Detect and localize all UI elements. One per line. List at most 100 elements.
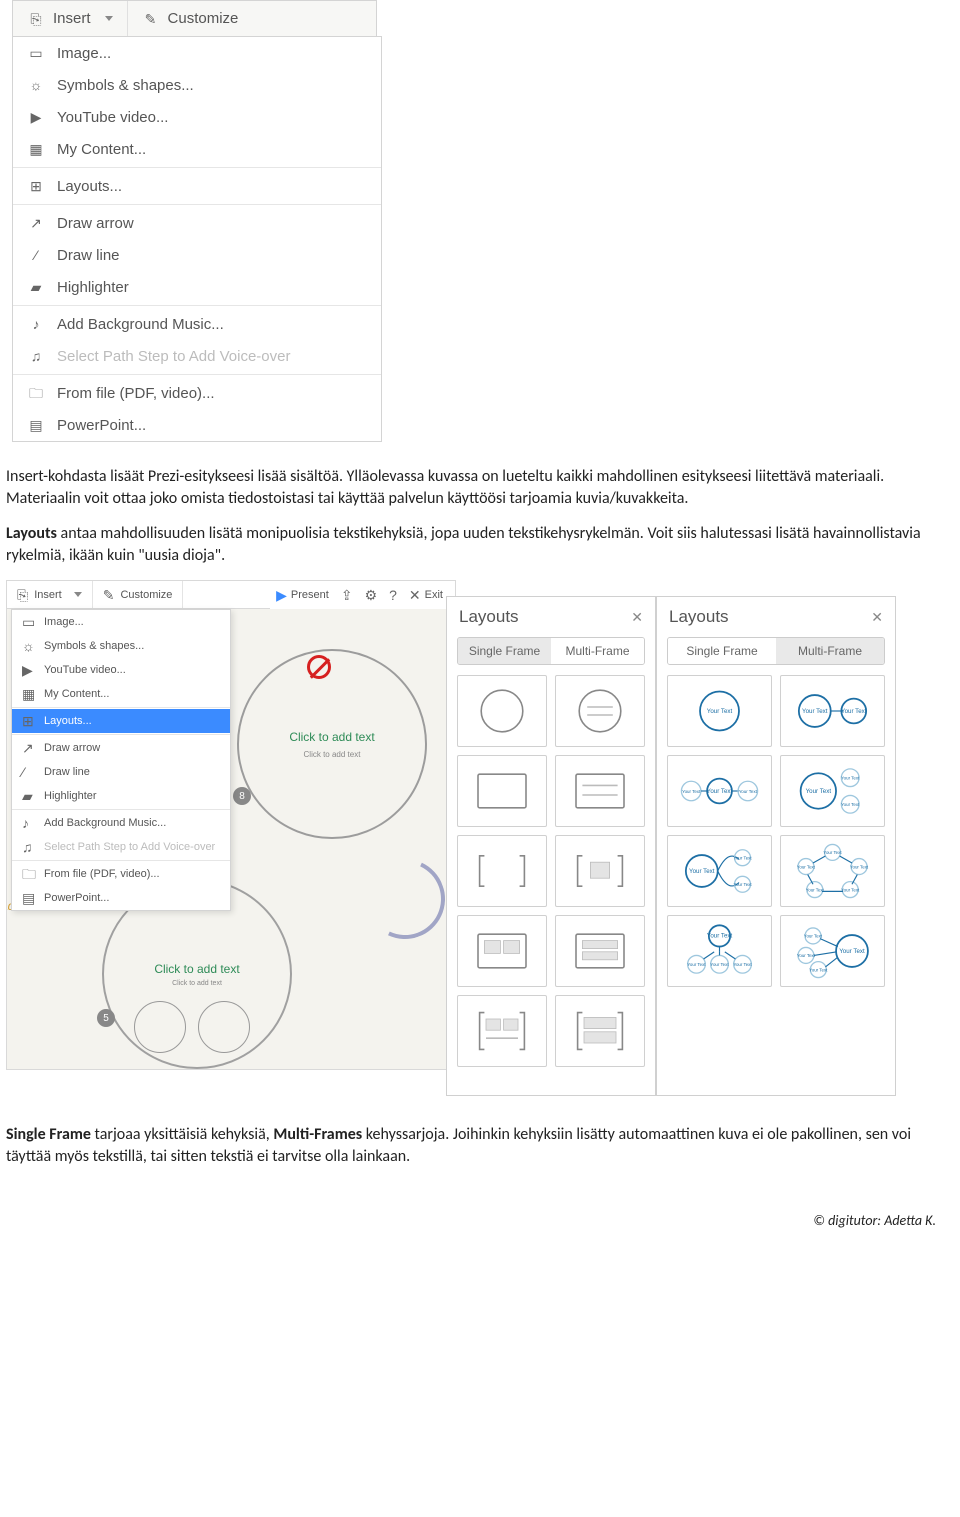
frame-circle-1[interactable]: Click to add text Click to add text [237, 649, 427, 839]
exit-button[interactable]: ✕Exit [409, 588, 443, 602]
menu-separator [13, 204, 381, 205]
layout-thumbnail[interactable] [555, 995, 645, 1067]
paragraph-1: Insert-kohdasta lisäät Prezi-esitykseesi… [6, 466, 946, 509]
insert-button[interactable]: ⎘ Insert [13, 1, 128, 36]
menu-item[interactable]: 🗀From file (PDF, video)... [12, 862, 230, 886]
footer-credit: © digitutor: Adetta K. [6, 1182, 954, 1229]
menu-item[interactable]: ☼Symbols & shapes... [13, 69, 381, 101]
layouts-panel-single: Layouts ✕ Single Frame Multi-Frame [446, 596, 656, 1096]
layout-thumbnail[interactable]: Your TextYour TextYour TextYour Text [667, 915, 772, 987]
menu-item[interactable]: ♪Add Background Music... [12, 811, 230, 835]
menu-item-label: Add Background Music... [57, 316, 224, 333]
content-icon: ▦ [22, 687, 36, 701]
menu-item-label: Layouts... [57, 178, 122, 195]
editor-customize-button[interactable]: ✎ Customize [93, 581, 184, 608]
menu-item: ♫Select Path Step to Add Voice-over [13, 340, 381, 372]
menu-item[interactable]: ▰Highlighter [13, 271, 381, 303]
path-step-8[interactable]: 8 [233, 787, 251, 805]
layout-thumbnail[interactable]: Your TextYour TextYour Text [780, 755, 885, 827]
menu-item-label: Draw arrow [44, 742, 100, 754]
layout-thumbnail[interactable] [555, 915, 645, 987]
help-button[interactable]: ? [389, 588, 397, 602]
menu-item[interactable]: ▦My Content... [13, 133, 381, 165]
frame-sub-2: Click to add text [172, 980, 222, 987]
svg-text:Your Text: Your Text [733, 882, 752, 887]
menu-item[interactable]: ⊞Layouts... [13, 170, 381, 202]
menu-item[interactable]: ▭Image... [12, 610, 230, 634]
menu-item[interactable]: ▶YouTube video... [12, 658, 230, 682]
menu-item[interactable]: ▦My Content... [12, 682, 230, 706]
layout-thumbnail[interactable] [555, 755, 645, 827]
tab-multi-frame[interactable]: Multi-Frame [551, 638, 644, 664]
insert-menu: ▭Image...☼Symbols & shapes...▶YouTube vi… [12, 36, 382, 442]
menu-item[interactable]: ☼Symbols & shapes... [12, 634, 230, 658]
subframe-circle[interactable] [198, 1001, 250, 1053]
svg-text:Your Text: Your Text [707, 933, 733, 940]
editor-insert-button[interactable]: ⎘ Insert [7, 581, 93, 608]
layout-thumbnail[interactable] [555, 675, 645, 747]
layout-thumbnail[interactable]: Your TextYour TextYour TextYour TextYour… [780, 835, 885, 907]
layout-thumbnail[interactable]: Your TextYour Text [780, 675, 885, 747]
layouts-bold: Layouts [6, 524, 57, 543]
svg-text:Your Text: Your Text [733, 856, 752, 861]
menu-item: ♫Select Path Step to Add Voice-over [12, 835, 230, 859]
layout-thumbnail[interactable] [457, 835, 547, 907]
layout-thumbnail[interactable] [457, 915, 547, 987]
settings-button[interactable]: ⚙ [365, 588, 378, 602]
gear-icon: ⚙ [365, 588, 378, 602]
close-icon[interactable]: ✕ [871, 609, 883, 626]
menu-item[interactable]: ♪Add Background Music... [13, 308, 381, 340]
line-icon: ⁄ [27, 246, 45, 264]
menu-item[interactable]: 🗀From file (PDF, video)... [13, 377, 381, 409]
layout-thumbnail[interactable]: Your TextYour TextYour Text [667, 835, 772, 907]
menu-item[interactable]: ⁄Draw line [13, 239, 381, 271]
menu-item[interactable]: ⁄Draw line [12, 760, 230, 784]
menu-item[interactable]: ↗Draw arrow [13, 207, 381, 239]
layout-thumbnail[interactable]: Your TextYour TextYour TextYour Text [780, 915, 885, 987]
frame-sub-1: Click to add text [304, 750, 361, 759]
menu-separator [13, 374, 381, 375]
svg-text:Your Text: Your Text [797, 954, 816, 959]
menu-item[interactable]: ▰Highlighter [12, 784, 230, 808]
tab-multi-frame[interactable]: Multi-Frame [776, 638, 884, 664]
present-label: Present [291, 589, 329, 601]
content-icon: ▦ [27, 140, 45, 158]
menu-item-label: Highlighter [57, 279, 129, 296]
image-icon: ▭ [27, 44, 45, 62]
body-text: Insert-kohdasta lisäät Prezi-esitykseesi… [6, 466, 946, 566]
insert-plus-icon: ⎘ [17, 588, 28, 602]
layout-thumbnail[interactable]: Your TextYour TextYour Text [667, 755, 772, 827]
menu-item-label: Select Path Step to Add Voice-over [44, 841, 215, 853]
menu-item-label: Add Background Music... [44, 817, 166, 829]
tab-single-frame[interactable]: Single Frame [668, 638, 776, 664]
svg-text:Your Text: Your Text [841, 888, 860, 893]
close-icon[interactable]: ✕ [631, 609, 643, 626]
share-button[interactable]: ⇪ [341, 588, 353, 602]
tab-single-frame[interactable]: Single Frame [458, 638, 551, 664]
layout-thumbnail[interactable]: Your Text [667, 675, 772, 747]
voice-icon: ♫ [27, 347, 45, 365]
subframe-circle[interactable] [134, 1001, 186, 1053]
menu-item[interactable]: ⊞Layouts... [12, 709, 230, 733]
layout-thumbnail[interactable] [457, 995, 547, 1067]
menu-item[interactable]: ↗ Draw arrow [12, 736, 230, 760]
layout-thumbnail[interactable] [457, 755, 547, 827]
svg-text:Your Text: Your Text [806, 788, 832, 795]
menu-item[interactable]: ▤PowerPoint... [13, 409, 381, 441]
present-button[interactable]: ▶Present [276, 588, 329, 602]
menu-item[interactable]: ▶YouTube video... [13, 101, 381, 133]
arrow-icon: ↗ [22, 741, 36, 755]
svg-text:Your Text: Your Text [707, 788, 733, 795]
file-icon: 🗀 [27, 384, 45, 402]
customize-button[interactable]: ✎ Customize [128, 1, 253, 36]
menu-item[interactable]: ▤PowerPoint... [12, 886, 230, 910]
menu-item[interactable]: ▭Image... [13, 37, 381, 69]
path-step-5[interactable]: 5 [97, 1009, 115, 1027]
layout-thumbnail[interactable] [555, 835, 645, 907]
menu-separator [13, 305, 381, 306]
highlighter-icon: ▰ [22, 789, 36, 803]
svg-text:Your Text: Your Text [687, 962, 706, 967]
layout-thumbnail[interactable] [457, 675, 547, 747]
svg-text:Your Text: Your Text [804, 934, 823, 939]
insert-label: Insert [53, 10, 91, 27]
